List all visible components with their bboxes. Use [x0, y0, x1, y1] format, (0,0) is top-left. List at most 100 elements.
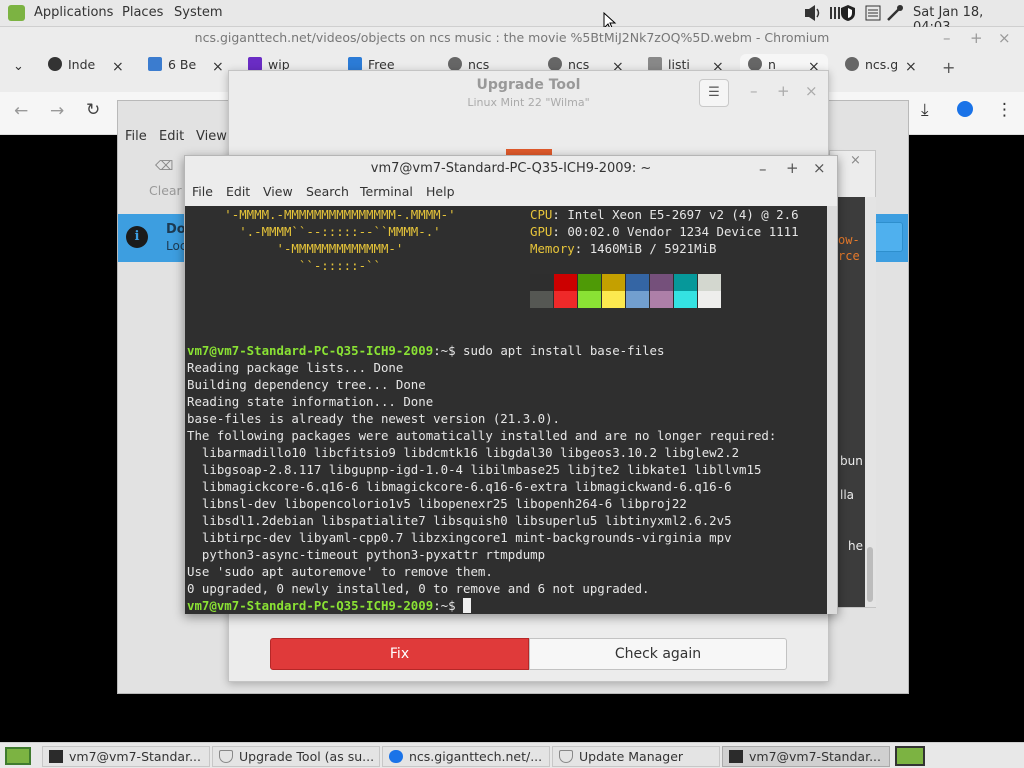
globe-icon: [448, 57, 462, 71]
ascii-art-line: ``-:::::-``: [187, 258, 381, 273]
dropbox-icon: [348, 57, 362, 71]
terminal-output[interactable]: '-MMMM.-MMMMMMMMMMMMMMM-.MMMM-' '.-MMMM`…: [185, 206, 827, 614]
output-line: base-files is already the newest version…: [187, 411, 560, 426]
menu-edit[interactable]: Edit: [159, 129, 184, 144]
task-terminal-1[interactable]: vm7@vm7-Standar...: [42, 746, 210, 767]
upgrade-tool-subtitle: Linux Mint 22 "Wilma": [467, 96, 590, 109]
keyboard-icon[interactable]: [864, 4, 882, 22]
task-terminal-2[interactable]: vm7@vm7-Standar...: [722, 746, 890, 767]
terminal-title: vm7@vm7-Standard-PC-Q35-ICH9-2009: ~: [370, 161, 652, 176]
color-swatch: [554, 291, 577, 308]
globe-icon: [548, 57, 562, 71]
terminal-icon: [729, 750, 743, 763]
download-icon[interactable]: ⤓: [921, 100, 929, 120]
back-icon[interactable]: ←: [14, 101, 28, 121]
workspace-switcher[interactable]: [895, 746, 925, 766]
menu-terminal[interactable]: Terminal: [360, 184, 413, 199]
terminal-window: vm7@vm7-Standard-PC-Q35-ICH9-2009: ~ – +…: [184, 155, 838, 614]
tab-close-icon[interactable]: ×: [905, 59, 917, 75]
info-icon: i: [126, 226, 148, 248]
color-swatch: [650, 274, 673, 291]
close-icon[interactable]: ×: [998, 29, 1011, 47]
tab-close-icon[interactable]: ×: [212, 59, 224, 75]
output-line: libmagickcore-6.q16-6 libmagickcore-6.q1…: [187, 479, 732, 494]
output-line: 0 upgraded, 0 newly installed, 0 to remo…: [187, 581, 650, 596]
ascii-art-line: '-MMMMMMMMMMMMM-': [187, 241, 404, 256]
color-swatch: [554, 274, 577, 291]
task-upgrade-tool[interactable]: Upgrade Tool (as su...: [212, 746, 380, 767]
github-icon: [48, 57, 62, 71]
profile-icon[interactable]: [957, 101, 973, 117]
network-icon[interactable]: [886, 4, 904, 22]
menu-view[interactable]: View: [263, 184, 293, 199]
terminal-icon: [49, 750, 63, 763]
task-chromium[interactable]: ncs.giganttech.net/...: [382, 746, 550, 767]
places-menu[interactable]: Places: [122, 5, 163, 20]
applications-menu[interactable]: Applications: [34, 5, 113, 20]
color-swatch: [674, 291, 697, 308]
color-swatch: [602, 291, 625, 308]
prompt-line: vm7@vm7-Standard-PC-Q35-ICH9-2009:~$: [187, 597, 472, 614]
output-line: libtirpc-dev libyaml-cpp0.7 libzxingcore…: [187, 530, 732, 545]
new-tab-button[interactable]: +: [942, 58, 955, 77]
volume-icon[interactable]: [804, 4, 822, 22]
menu-view[interactable]: View: [196, 129, 227, 144]
menu-file[interactable]: File: [125, 129, 147, 144]
scrollbar[interactable]: [865, 197, 876, 607]
tab-6be[interactable]: 6 Be: [148, 57, 204, 81]
document-icon: [148, 57, 162, 71]
show-desktop-icon[interactable]: [5, 747, 31, 765]
scrollbar-thumb[interactable]: [867, 547, 873, 602]
close-icon[interactable]: ×: [850, 153, 861, 168]
close-icon[interactable]: ×: [805, 82, 818, 100]
hamburger-menu-button[interactable]: ☰: [699, 79, 729, 107]
menu-kebab-icon[interactable]: ⋮: [996, 100, 1013, 120]
forward-icon[interactable]: →: [50, 101, 64, 121]
menu-file[interactable]: File: [192, 184, 213, 199]
terminal-menubar: File Edit View Search Terminal Help: [185, 184, 837, 206]
shield-icon: [559, 750, 573, 763]
color-swatch: [674, 274, 697, 291]
tab-index[interactable]: Inde: [48, 57, 104, 81]
globe-icon: [748, 57, 762, 71]
terminal-scrollbar[interactable]: [827, 206, 837, 614]
output-line: libsdl1.2debian libspatialite7 libsquish…: [187, 513, 732, 528]
clear-button[interactable]: Clear: [149, 183, 182, 198]
page-icon: [648, 57, 662, 71]
fix-button[interactable]: Fix: [270, 638, 529, 670]
shield-icon[interactable]: [839, 4, 857, 22]
list-text: bun: [840, 454, 863, 468]
color-swatch: [698, 291, 721, 308]
clear-icon[interactable]: ⌫: [155, 159, 173, 174]
tab-list-icon[interactable]: ⌄: [13, 59, 24, 74]
tab-close-icon[interactable]: ×: [112, 59, 124, 75]
reload-icon[interactable]: ↻: [86, 100, 100, 120]
close-icon[interactable]: ×: [813, 159, 826, 177]
cursor: [463, 598, 472, 613]
color-swatch: [650, 291, 673, 308]
minimize-icon[interactable]: –: [943, 29, 951, 47]
maximize-icon[interactable]: +: [970, 29, 983, 47]
output-line: libnsl-dev libopencolorio1v5 libopenexr2…: [187, 496, 687, 511]
top-panel: Applications Places System Sat Jan 18, 0…: [0, 0, 1024, 35]
maximize-icon[interactable]: +: [777, 82, 790, 100]
sysinfo-cpu: CPU: Intel Xeon E5-2697 v2 (4) @ 2.6: [530, 207, 799, 222]
menu-search[interactable]: Search: [306, 184, 349, 199]
color-swatch: [578, 274, 601, 291]
task-update-manager[interactable]: Update Manager: [552, 746, 720, 767]
menu-help[interactable]: Help: [426, 184, 455, 199]
menu-edit[interactable]: Edit: [226, 184, 250, 199]
system-menu[interactable]: System: [174, 5, 222, 20]
color-swatch: [530, 274, 553, 291]
ascii-art-line: '.-MMMM``--:::::--``MMMM-.': [187, 224, 441, 239]
mint-menu-icon[interactable]: [8, 5, 25, 21]
maximize-icon[interactable]: +: [786, 159, 799, 177]
tab-ncsg[interactable]: ncs.g: [845, 57, 897, 81]
output-line: Reading package lists... Done: [187, 360, 404, 375]
sysinfo-gpu: GPU: 00:02.0 Vendor 1234 Device 1111: [530, 224, 799, 239]
check-again-button[interactable]: Check again: [529, 638, 787, 670]
minimize-icon[interactable]: –: [759, 160, 767, 178]
info-action-button[interactable]: [873, 222, 903, 252]
minimize-icon[interactable]: –: [750, 82, 758, 100]
chromium-icon: [389, 750, 403, 763]
